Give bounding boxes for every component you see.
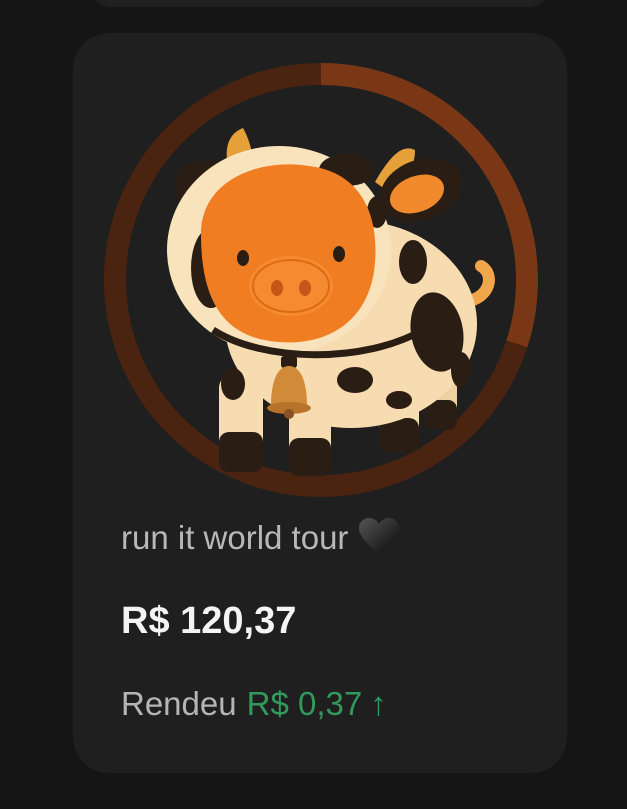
savings-goal-card[interactable]: run it world tour R$ 120,37 Rendeu R$ 0,3… (73, 33, 567, 773)
previous-card[interactable] (88, 0, 552, 7)
goal-balance: R$ 120,37 (121, 600, 297, 642)
yield-info: Rendeu R$ 0,37 ↑ (121, 685, 387, 723)
goal-title: run it world tour (121, 518, 400, 557)
cow-costume-piggy-bank-icon (167, 128, 495, 476)
goal-title-text: run it world tour (121, 519, 349, 556)
progress-ring (103, 62, 539, 498)
black-heart-icon (359, 518, 400, 555)
arrow-up-icon: ↑ (370, 685, 387, 722)
yield-value: R$ 0,37 (246, 685, 363, 722)
yield-label: Rendeu (121, 685, 237, 722)
